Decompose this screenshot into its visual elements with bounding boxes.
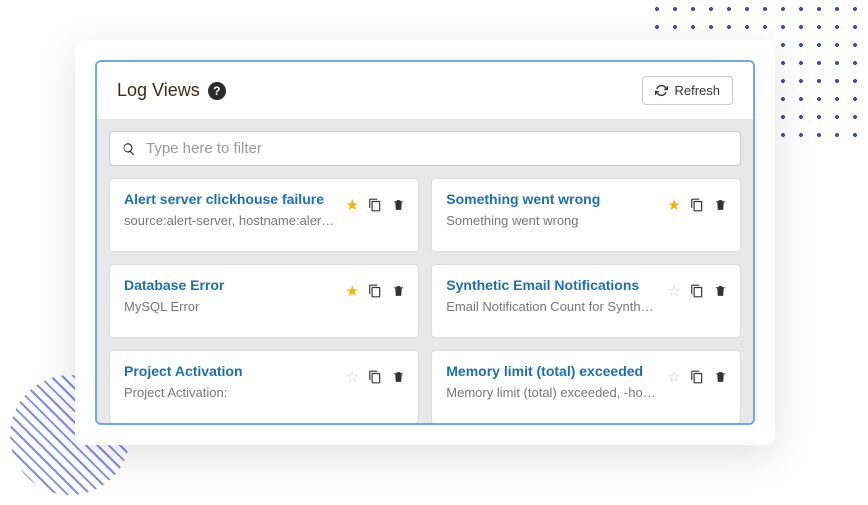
page-title: Log Views ?	[117, 80, 226, 101]
star-icon[interactable]: ☆	[666, 283, 682, 299]
trash-icon[interactable]	[390, 283, 406, 299]
filter-input[interactable]	[146, 140, 728, 157]
copy-icon[interactable]	[689, 369, 705, 385]
filter-input-wrap[interactable]	[109, 131, 741, 166]
log-views-panel: Log Views ? Refresh	[95, 60, 755, 425]
refresh-icon	[655, 84, 668, 97]
card-description: Project Activation:	[124, 385, 404, 400]
card-actions: ★	[666, 197, 728, 213]
trash-icon[interactable]	[390, 369, 406, 385]
star-icon[interactable]: ★	[666, 197, 682, 213]
app-window: Log Views ? Refresh	[75, 40, 775, 445]
trash-icon[interactable]	[712, 197, 728, 213]
search-icon	[122, 142, 136, 156]
star-icon[interactable]: ★	[344, 283, 360, 299]
copy-icon[interactable]	[367, 369, 383, 385]
help-icon[interactable]: ?	[208, 82, 226, 100]
card-description: Memory limit (total) exceeded, -ho…	[446, 385, 726, 400]
card-actions: ☆	[666, 369, 728, 385]
log-view-card[interactable]: Database Error MySQL Error ★	[109, 264, 419, 338]
copy-icon[interactable]	[689, 283, 705, 299]
card-actions: ☆	[666, 283, 728, 299]
panel-header: Log Views ? Refresh	[97, 62, 753, 119]
log-view-card[interactable]: Memory limit (total) exceeded Memory lim…	[431, 350, 741, 423]
log-view-card[interactable]: Something went wrong Something went wron…	[431, 178, 741, 252]
log-view-card[interactable]: Synthetic Email Notifications Email Noti…	[431, 264, 741, 338]
refresh-label: Refresh	[674, 83, 720, 98]
card-description: Something went wrong	[446, 213, 726, 228]
star-icon[interactable]: ☆	[666, 369, 682, 385]
star-icon[interactable]: ★	[344, 197, 360, 213]
copy-icon[interactable]	[367, 197, 383, 213]
page-title-text: Log Views	[117, 80, 200, 101]
card-description: source:alert-server, hostname:aler…	[124, 213, 404, 228]
card-actions: ★	[344, 197, 406, 213]
refresh-button[interactable]: Refresh	[642, 76, 733, 105]
star-icon[interactable]: ☆	[344, 369, 360, 385]
card-actions: ★	[344, 283, 406, 299]
log-view-card[interactable]: Alert server clickhouse failure source:a…	[109, 178, 419, 252]
copy-icon[interactable]	[689, 197, 705, 213]
copy-icon[interactable]	[367, 283, 383, 299]
views-grid: Alert server clickhouse failure source:a…	[109, 178, 741, 423]
card-description: Email Notification Count for Synth…	[446, 299, 726, 314]
trash-icon[interactable]	[712, 369, 728, 385]
card-description: MySQL Error	[124, 299, 404, 314]
card-actions: ☆	[344, 369, 406, 385]
log-view-card[interactable]: Project Activation Project Activation: ☆	[109, 350, 419, 423]
trash-icon[interactable]	[390, 197, 406, 213]
content-area: Alert server clickhouse failure source:a…	[97, 119, 753, 423]
trash-icon[interactable]	[712, 283, 728, 299]
